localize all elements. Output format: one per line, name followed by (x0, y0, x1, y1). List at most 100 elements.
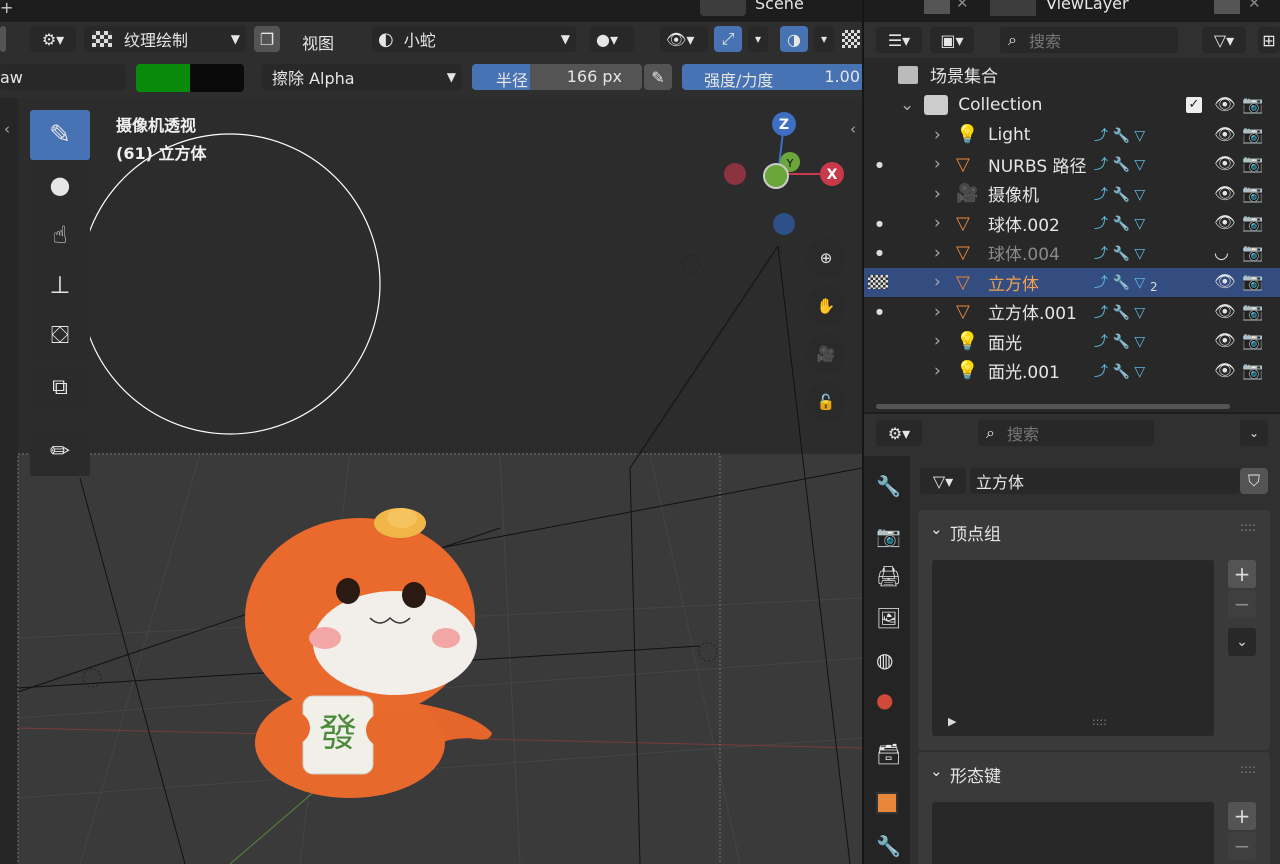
chevron-right-icon[interactable]: › (934, 361, 941, 381)
left-collapse-icon[interactable]: ‹ (4, 120, 10, 138)
object-tab-icon[interactable] (876, 792, 898, 814)
chevron-down-icon[interactable]: ⌄ (930, 762, 943, 780)
add-vertex-group-button[interactable]: + (1228, 560, 1256, 588)
outliner-item[interactable]: › 💡 Light ⤴ 🔧 ▽ 👁 📷 (864, 120, 1280, 149)
eye-icon[interactable]: 👁 (1214, 331, 1236, 351)
3d-viewport[interactable]: 發 摄像机透视 (61) 立方体 ‹ ‹ ✎ ● ☝ ⊥ ⛋ ⧉ ✏ Z X Y… (0, 98, 862, 864)
tool-draw-brush[interactable]: ✎ (30, 110, 90, 160)
view-layer-tab-icon[interactable]: 🖼 (876, 606, 901, 630)
delete-viewlayer-icon[interactable]: ✕ (1248, 0, 1261, 12)
chevron-down-icon[interactable]: ▾ (748, 26, 768, 52)
primary-color[interactable] (136, 64, 190, 92)
eye-icon[interactable]: 👁 (1214, 361, 1236, 381)
outliner-search[interactable]: ⌕ 搜索 (1000, 27, 1178, 53)
color-swatch[interactable] (136, 64, 244, 92)
outliner-item[interactable]: ● › ▽ 立方体.001 ⤴ 🔧 ▽ 👁 📷 (864, 297, 1280, 326)
render-camera-icon[interactable]: 📷 (1242, 331, 1263, 351)
render-camera-icon[interactable]: 📷 (1242, 184, 1263, 204)
navigation-gizmo[interactable]: Z X Y (720, 112, 852, 242)
shape-keys-title[interactable]: 形态键 (950, 762, 1001, 787)
hand-pan-icon[interactable]: ✋ (806, 286, 846, 326)
remove-shape-key-button[interactable]: − (1228, 832, 1256, 860)
tool-clone[interactable]: ⊥ (30, 260, 90, 310)
properties-search[interactable]: ⌕ 搜索 (978, 420, 1154, 446)
view-layer-name[interactable]: ViewLayer (1046, 0, 1129, 13)
zoom-icon[interactable]: ⊕ (806, 238, 846, 278)
camera-view-icon[interactable]: 🎥 (806, 334, 846, 374)
overlay-toggle-icon[interactable]: ❐ (254, 26, 280, 52)
symmetry-icon[interactable]: ⤢ (714, 26, 742, 52)
outliner-item[interactable]: › ▽ 立方体 ⤴ 🔧 ▽ 2 👁 📷 (864, 267, 1280, 297)
scene-name[interactable]: Scene (755, 0, 804, 13)
paint-mode-icon[interactable] (868, 275, 888, 289)
tool-annotate[interactable]: ✏ (30, 426, 90, 476)
outliner-item[interactable]: ● › ▽ 球体.004 ⤴ 🔧 ▽ ◡ 📷 (864, 238, 1280, 267)
chevron-right-icon[interactable]: › (934, 272, 941, 292)
eye-icon[interactable]: 👁 (1214, 302, 1236, 322)
render-camera-icon[interactable]: 📷 (1242, 243, 1263, 263)
mesh-data-icon[interactable]: ▽▾ (920, 468, 966, 494)
edit-dot-icon[interactable]: ● (876, 248, 883, 257)
chevron-down-icon[interactable]: ⌄ (930, 520, 943, 538)
play-arrow-icon[interactable]: ▶ (948, 715, 956, 728)
modifier-icon[interactable]: ⤴ 🔧 ▽ (1094, 331, 1145, 351)
chevron-down-icon[interactable]: ⌄ (900, 95, 914, 115)
delete-scene-icon[interactable]: ✕ (956, 0, 969, 12)
render-camera-icon[interactable]: 📷 (1242, 125, 1263, 145)
tool-tab-icon[interactable]: 🔧 (876, 474, 901, 498)
outliner-root[interactable]: 场景集合 (864, 60, 1280, 89)
modifier-icon[interactable]: ⤴ 🔧 ▽ (1094, 302, 1145, 322)
resize-grip-icon[interactable]: :::: (1092, 715, 1107, 728)
chevron-right-icon[interactable]: › (934, 302, 941, 322)
chevron-right-icon[interactable]: › (934, 243, 941, 263)
edit-dot-icon[interactable]: ● (876, 219, 883, 228)
editor-type-icon[interactable]: ⚙▾ (30, 26, 76, 52)
tool-mask[interactable]: ⧉ (30, 362, 90, 412)
outliner-item[interactable]: › 💡 面光 ⤴ 🔧 ▽ 👁 📷 (864, 327, 1280, 356)
output-tab-icon[interactable]: 🖨 (876, 564, 901, 588)
render-camera-icon[interactable]: 📷 (1242, 302, 1263, 322)
add-shape-key-button[interactable]: + (1228, 802, 1256, 830)
outliner-item[interactable]: › 💡 面光.001 ⤴ 🔧 ▽ 👁 📷 (864, 356, 1280, 385)
tool-smear[interactable]: ☝ (30, 210, 90, 260)
edit-dot-icon[interactable]: ● (876, 307, 883, 316)
checkbox-icon[interactable]: ✓ (1186, 96, 1202, 113)
modifier-icon[interactable]: ⤴ 🔧 ▽ (1094, 272, 1145, 292)
modifier-icon[interactable]: ⤴ 🔧 ▽ (1094, 125, 1145, 145)
fake-user-shield-icon[interactable]: ⛉ (1240, 468, 1268, 494)
chevron-right-icon[interactable]: › (934, 125, 941, 145)
lock-icon[interactable]: 🔓 (806, 382, 846, 422)
outliner-item[interactable]: ● › ▽ NURBS 路径 ⤴ 🔧 ▽ 👁 📷 (864, 150, 1280, 179)
render-camera-icon[interactable]: 📷 (1242, 361, 1263, 381)
outliner-item[interactable]: ● › ▽ 球体.002 ⤴ 🔧 ▽ 👁 📷 (864, 209, 1280, 238)
blend-mode-dropdown[interactable]: 擦除 Alpha ▼ (262, 64, 462, 90)
properties-editor-icon[interactable]: ⚙▾ (876, 420, 922, 446)
shape-key-list[interactable] (932, 802, 1214, 864)
mesh-name-field[interactable]: 立方体 (970, 468, 1240, 494)
scene-selector-icon[interactable] (700, 0, 746, 16)
render-camera-icon[interactable]: 📷 (1242, 95, 1263, 115)
pressure-icon[interactable]: ✎ (644, 64, 672, 90)
chevron-right-icon[interactable]: › (934, 154, 941, 174)
render-camera-icon[interactable]: 📷 (1242, 154, 1263, 174)
collection-tab-icon[interactable]: 🗃 (876, 742, 901, 766)
radius-slider[interactable]: 半径 166 px (472, 64, 642, 90)
edit-dot-icon[interactable]: ● (876, 160, 883, 169)
vertex-group-specials-icon[interactable]: ⌄ (1228, 628, 1256, 656)
tool-fill[interactable]: ⛋ (30, 310, 90, 360)
modifier-icon[interactable]: ⤴ 🔧 ▽ (1094, 213, 1145, 233)
eye-icon[interactable]: 👁 (1214, 184, 1236, 204)
vertex-group-list[interactable]: ▶ :::: (932, 560, 1214, 736)
outliner-collection[interactable]: ⌄ Collection ✓ 👁 📷 (864, 90, 1280, 119)
mode-selector[interactable]: 纹理绘制 ▼ (84, 26, 246, 52)
shading-dot-icon[interactable]: ●▾ (590, 26, 634, 52)
plus-icon[interactable]: + (0, 0, 13, 17)
view-menu[interactable]: 视图 (302, 30, 334, 54)
world-tab-icon[interactable]: ● (876, 688, 893, 712)
modifier-icon[interactable]: ⤴ 🔧 ▽ (1094, 184, 1145, 204)
render-camera-icon[interactable]: 📷 (1242, 213, 1263, 233)
scene-tab-icon[interactable]: ◍ (876, 648, 893, 672)
chevron-down-icon[interactable]: ▾ (814, 26, 834, 52)
chevron-down-icon[interactable]: ⌄ (1240, 420, 1268, 446)
chevron-right-icon[interactable]: › (934, 184, 941, 204)
